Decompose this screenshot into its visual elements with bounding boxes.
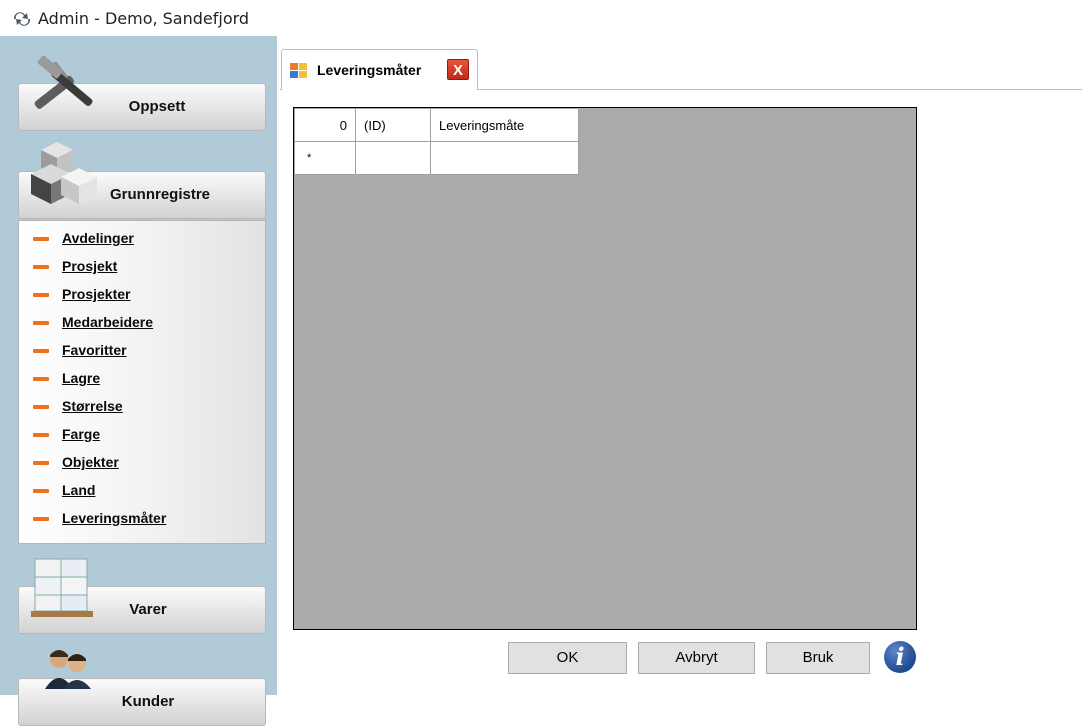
bullet-dash-icon [33, 405, 49, 409]
menu-item-favoritter[interactable]: Favoritter [19, 341, 265, 369]
nav-label-kunder: Kunder [121, 693, 175, 710]
cancel-button[interactable]: Avbryt [638, 642, 755, 674]
sidebar: Oppsett Grunnregistre Avdelinger Prosjek… [0, 36, 277, 726]
menu-item-prosjekt[interactable]: Prosjekt [19, 257, 265, 285]
menu-link-leveringsmater[interactable]: Leveringsmåter [62, 510, 166, 526]
bullet-dash-icon [33, 293, 49, 297]
menu-item-leveringsmater[interactable]: Leveringsmåter [19, 509, 265, 537]
menu-link-prosjekter[interactable]: Prosjekter [62, 286, 130, 302]
menu-item-lagre[interactable]: Lagre [19, 369, 265, 397]
cell-leveringsmate[interactable] [430, 141, 579, 175]
column-header-leveringsmate[interactable]: Leveringsmåte [430, 108, 579, 142]
title-bar: Admin - Demo, Sandefjord [0, 0, 1082, 36]
grid-header-row: 0 (ID) Leveringsmåte [294, 108, 579, 142]
ok-button[interactable]: OK [508, 642, 627, 674]
menu-link-farge[interactable]: Farge [62, 426, 100, 442]
bullet-dash-icon [33, 349, 49, 353]
menu-link-storrelse[interactable]: Størrelse [62, 398, 123, 414]
window-title: Admin - Demo, Sandefjord [38, 9, 250, 28]
menu-item-prosjekter[interactable]: Prosjekter [19, 285, 265, 313]
people-icon [45, 650, 91, 689]
menu-link-avdelinger[interactable]: Avdelinger [62, 230, 134, 246]
bullet-dash-icon [33, 489, 49, 493]
nav-button-grunnregistre[interactable]: Grunnregistre [18, 142, 266, 219]
menu-item-avdelinger[interactable]: Avdelinger [19, 229, 265, 257]
menu-item-medarbeidere[interactable]: Medarbeidere [19, 313, 265, 341]
nav-label-grunnregistre: Grunnregistre [109, 186, 211, 203]
column-header-id[interactable]: (ID) [355, 108, 431, 142]
nav-label-varer: Varer [129, 601, 167, 618]
menu-item-objekter[interactable]: Objekter [19, 453, 265, 481]
menu-link-lagre[interactable]: Lagre [62, 370, 100, 386]
bullet-dash-icon [33, 265, 49, 269]
bullet-dash-icon [33, 517, 49, 521]
menu-link-medarbeidere[interactable]: Medarbeidere [62, 314, 153, 330]
column-header-rowcount[interactable]: 0 [294, 108, 356, 142]
menu-item-land[interactable]: Land [19, 481, 265, 509]
bullet-dash-icon [33, 461, 49, 465]
apply-button[interactable]: Bruk [766, 642, 870, 674]
gear-arrows-icon [13, 12, 31, 26]
bullet-dash-icon [33, 321, 49, 325]
new-row-marker: * [294, 141, 356, 175]
nav-label-oppsett: Oppsett [128, 98, 186, 115]
bullet-dash-icon [33, 237, 49, 241]
grid-table: 0 (ID) Leveringsmåte * [294, 108, 579, 175]
nav-button-varer[interactable]: Varer [18, 558, 266, 634]
bullet-dash-icon [33, 377, 49, 381]
grunnregistre-submenu: Avdelinger Prosjekt Prosjekter Medarbeid… [18, 220, 266, 544]
menu-link-favoritter[interactable]: Favoritter [62, 342, 127, 358]
menu-item-farge[interactable]: Farge [19, 425, 265, 453]
tab-label: Leveringsmåter [317, 62, 422, 78]
bullet-dash-icon [33, 433, 49, 437]
grid-new-row[interactable]: * [294, 141, 579, 175]
menu-item-storrelse[interactable]: Størrelse [19, 397, 265, 425]
info-icon[interactable]: i [884, 641, 916, 673]
nav-button-oppsett[interactable]: Oppsett [18, 55, 266, 131]
cell-id[interactable] [355, 141, 431, 175]
form-window-icon [290, 63, 307, 78]
nav-button-kunder[interactable]: Kunder [18, 650, 266, 726]
tab-close-button[interactable]: X [447, 59, 469, 80]
menu-link-land[interactable]: Land [62, 482, 95, 498]
tab-leveringsmater[interactable]: Leveringsmåter X [281, 49, 478, 90]
data-grid[interactable]: 0 (ID) Leveringsmåte * [293, 107, 917, 630]
menu-link-objekter[interactable]: Objekter [62, 454, 119, 470]
menu-link-prosjekt[interactable]: Prosjekt [62, 258, 117, 274]
